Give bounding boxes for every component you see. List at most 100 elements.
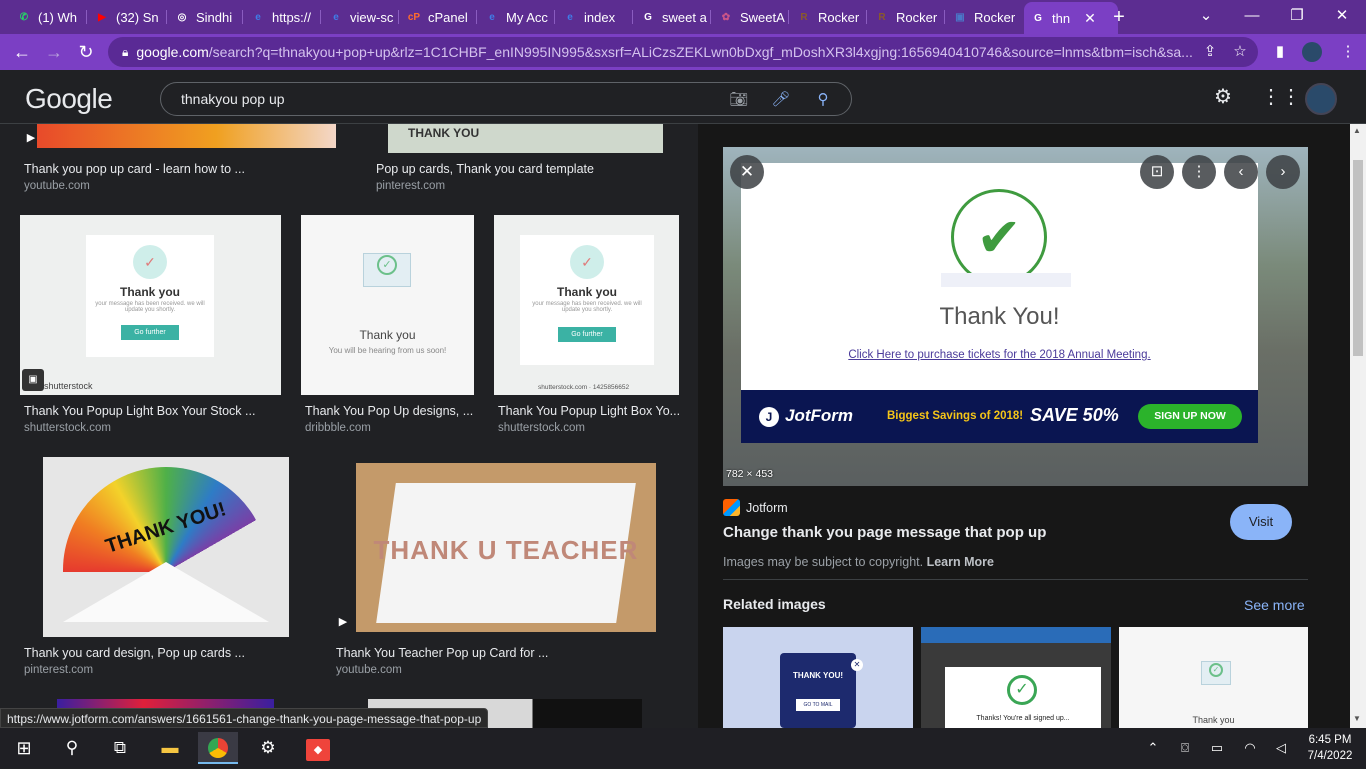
related-image[interactable]: ✓ Thank you <box>1119 627 1308 728</box>
result-thumbnail[interactable]: ✓ Thank you You will be hearing from us … <box>301 215 474 395</box>
result-caption[interactable]: Thank You Popup Light Box Your Stock ... <box>24 404 255 418</box>
battery-icon[interactable]: ▭ <box>1207 738 1227 758</box>
scroll-down-icon[interactable]: ▼ <box>1353 714 1361 723</box>
result-caption[interactable]: Thank you card design, Pop up cards ... <box>24 646 245 660</box>
result-source[interactable]: pinterest.com <box>24 664 93 676</box>
browser-tab[interactable]: e index <box>556 4 630 30</box>
edge-e-icon: e <box>255 11 261 23</box>
apps-grid-icon[interactable]: ⋮⋮⋮ <box>1261 85 1321 109</box>
settings-gear-icon[interactable]: ⚙ <box>248 732 288 764</box>
result-caption[interactable]: Thank you pop up card - learn how to ... <box>24 162 245 176</box>
related-image[interactable]: ✓ Thanks! You're all signed up... <box>921 627 1111 728</box>
related-image[interactable]: THANK YOU! GO TO MAIL ✕ <box>723 627 913 728</box>
page-scrollbar[interactable]: ▲ ▼ <box>1350 124 1366 728</box>
scrollbar-thumb[interactable] <box>1353 160 1363 356</box>
chrome-icon[interactable] <box>198 732 238 764</box>
address-bar[interactable]: 🔒︎ google.com/search?q=thnakyou+pop+up&r… <box>108 37 1258 67</box>
share-icon[interactable]: ⇪ <box>1200 42 1220 62</box>
result-thumbnail[interactable] <box>37 124 336 148</box>
close-icon[interactable]: ✕ <box>730 155 764 189</box>
reload-icon[interactable]: ↻ <box>74 40 98 64</box>
tab-label: SweetA <box>740 9 785 25</box>
task-view-icon[interactable]: ⧉ <box>100 732 140 764</box>
settings-gear-icon[interactable]: ⚙ <box>1211 85 1235 109</box>
browser-tab[interactable]: e My Acc <box>478 4 552 30</box>
browser-tab[interactable]: ▣ Rocker <box>946 4 1020 30</box>
search-box[interactable]: 📷︎ 🎤︎ ⚲ <box>160 82 852 116</box>
tab-search-icon[interactable]: ⌄ <box>1186 4 1226 28</box>
profile-avatar-icon[interactable] <box>1302 42 1322 62</box>
wifi-icon[interactable]: ◠ <box>1240 738 1260 758</box>
tab-close-icon[interactable]: ✕ <box>1084 10 1096 27</box>
scroll-up-icon[interactable]: ▲ <box>1353 126 1361 135</box>
browser-tab[interactable]: e view-sc <box>322 4 396 30</box>
google-logo[interactable]: Google <box>25 83 113 115</box>
new-tab-button[interactable]: + <box>1108 6 1130 28</box>
browser-tab[interactable]: e https:// <box>244 4 318 30</box>
result-source[interactable]: shutterstock.com <box>498 422 585 434</box>
site-name[interactable]: Jotform <box>746 501 788 515</box>
see-more-link[interactable]: See more <box>1244 597 1305 613</box>
hardware-device-icon[interactable]: ⌼ <box>1175 738 1195 758</box>
result-caption[interactable]: Thank You Pop Up designs, ... <box>305 404 473 418</box>
browser-tab[interactable]: ◎ Sindhi <box>168 4 240 30</box>
browser-tab[interactable]: ▶ (32) Sn <box>88 4 164 30</box>
check-icon: ✓ <box>133 245 167 279</box>
browser-tab[interactable]: ✆ (1) Wh <box>10 4 84 30</box>
previous-arrow-icon[interactable]: ‹ <box>1224 155 1258 189</box>
result-title[interactable]: Change thank you page message that pop u… <box>723 524 1046 541</box>
taskbar-clock[interactable]: 6:45 PM 7/4/2022 <box>1300 732 1360 764</box>
close-window-button[interactable]: ✕ <box>1322 4 1362 28</box>
result-thumbnail[interactable]: THANK YOU! <box>43 457 289 637</box>
preview-image[interactable]: ✔ Thank You! Click Here to purchase tick… <box>723 147 1308 486</box>
panel-scroll-area <box>1332 124 1350 728</box>
tab-separator <box>866 10 867 24</box>
tab-separator <box>398 10 399 24</box>
browser-tab[interactable]: R Rocker <box>790 4 864 30</box>
result-source[interactable]: dribbble.com <box>305 422 371 434</box>
windows-start-icon[interactable]: ⊞ <box>4 732 44 764</box>
browser-tab[interactable]: cP cPanel <box>400 4 474 30</box>
result-caption[interactable]: Thank You Teacher Pop up Card for ... <box>336 646 548 660</box>
result-caption[interactable]: Thank You Popup Light Box Yo... <box>498 404 680 418</box>
more-options-icon[interactable]: ⋮ <box>1182 155 1216 189</box>
result-thumbnail[interactable]: THANK YOU <box>388 124 663 153</box>
edge-e-icon: e <box>567 11 573 23</box>
search-icon[interactable]: ⚲ <box>813 90 833 110</box>
minimize-button[interactable]: — <box>1232 4 1272 28</box>
back-icon[interactable]: ← <box>10 40 34 64</box>
result-thumbnail[interactable]: ✓ Thank you your message has been receiv… <box>20 215 281 395</box>
search-input[interactable] <box>181 89 681 109</box>
show-hidden-icons-chevron-icon[interactable]: ⌃ <box>1143 738 1163 758</box>
account-avatar[interactable] <box>1305 83 1337 115</box>
result-thumbnail[interactable]: ✓ Thank you your message has been receiv… <box>494 215 679 395</box>
browser-tab[interactable]: Gsweet a <box>634 4 708 30</box>
result-source[interactable]: youtube.com <box>24 180 90 192</box>
file-explorer-icon[interactable]: ▬ <box>150 732 190 764</box>
rocker-icon: R <box>878 11 886 23</box>
next-arrow-icon[interactable]: › <box>1266 155 1300 189</box>
taskbar-search-icon[interactable]: ⚲ <box>52 732 92 764</box>
forward-icon[interactable]: → <box>42 40 66 64</box>
side-panel-icon[interactable]: ▮ <box>1270 42 1290 62</box>
tab-label: sweet a <box>662 9 707 25</box>
microphone-icon[interactable]: 🎤︎ <box>771 90 791 110</box>
learn-more-link[interactable]: Learn More <box>927 555 994 569</box>
result-caption[interactable]: Pop up cards, Thank you card template <box>376 162 594 176</box>
bookmark-star-icon[interactable]: ☆ <box>1230 42 1250 62</box>
menu-dots-icon[interactable]: ⋮ <box>1338 42 1358 62</box>
result-source[interactable]: pinterest.com <box>376 180 445 192</box>
result-thumbnail[interactable]: THANK U TEACHER <box>356 463 656 632</box>
browser-tab[interactable]: R Rocker <box>868 4 942 30</box>
youtube-icon: ▶ <box>98 11 106 23</box>
result-source[interactable]: shutterstock.com <box>24 422 111 434</box>
result-source[interactable]: youtube.com <box>336 664 402 676</box>
browser-tab[interactable]: ✿ SweetA <box>712 4 786 30</box>
volume-icon[interactable]: ◁ <box>1271 738 1291 758</box>
anydesk-icon[interactable]: ◆ <box>298 732 338 764</box>
camera-icon[interactable]: 📷︎ <box>729 90 749 110</box>
visit-button[interactable]: Visit <box>1230 504 1292 540</box>
maximize-button[interactable]: ❐ <box>1277 4 1317 28</box>
lens-search-icon[interactable]: ⊡ <box>1140 155 1174 189</box>
browser-tab[interactable]: Gthn ✕ <box>1024 2 1118 34</box>
